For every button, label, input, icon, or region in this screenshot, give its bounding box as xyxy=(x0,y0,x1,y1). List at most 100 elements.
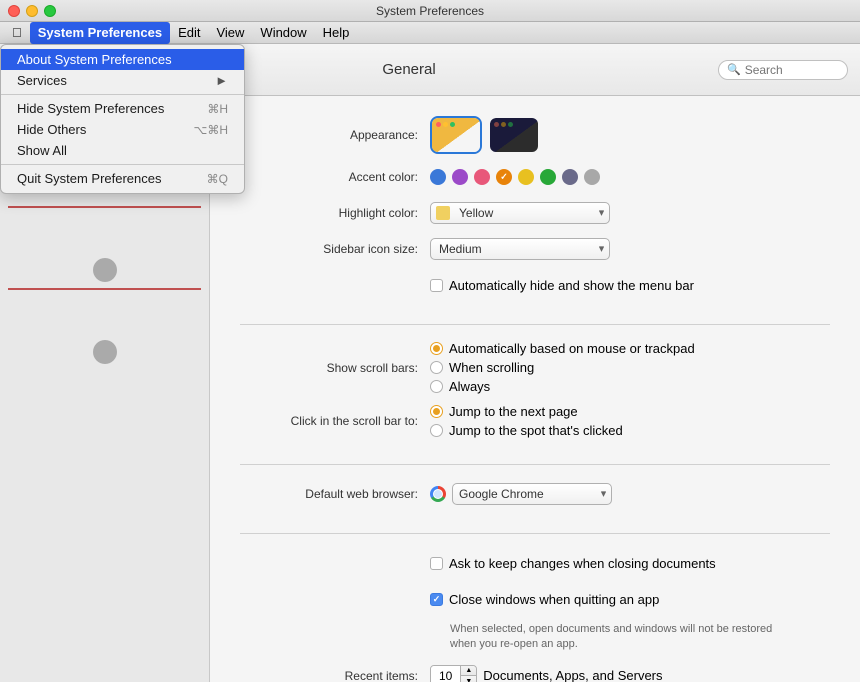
accent-color-row: Accent color: xyxy=(240,164,830,190)
stepper-up-btn[interactable]: ▲ xyxy=(461,665,476,677)
menu-bar-checkbox[interactable] xyxy=(430,279,443,292)
menu-item-services[interactable]: Services ► xyxy=(1,70,244,91)
menu-item-hide-others[interactable]: Hide Others ⌥⌘H xyxy=(1,119,244,140)
close-windows-label: Close windows when quitting an app xyxy=(449,592,659,607)
sidebar-icon-size-row: Sidebar icon size: Medium Small Large ▾ xyxy=(240,236,830,262)
menu-separator-2 xyxy=(1,164,244,165)
accent-pink[interactable] xyxy=(474,169,490,185)
menu-bar:  System Preferences Edit View Window He… xyxy=(0,22,860,44)
menu-separator-1 xyxy=(1,94,244,95)
window-title: System Preferences xyxy=(376,4,484,18)
recent-items-value: 10 xyxy=(431,666,461,682)
accent-color-label: Accent color: xyxy=(240,170,430,184)
sidebar-icon-3 xyxy=(93,258,117,282)
accent-green[interactable] xyxy=(540,169,556,185)
show-scroll-bars-row: Show scroll bars: Automatically based on… xyxy=(240,341,830,394)
browser-select[interactable]: Google Chrome Safari Firefox xyxy=(452,483,612,505)
help-menu[interactable]: Help xyxy=(315,22,358,44)
click-scroll-label: Click in the scroll bar to: xyxy=(240,414,430,428)
menu-bar-row: Automatically hide and show the menu bar xyxy=(240,272,830,298)
content-area: Appearance: xyxy=(210,96,860,682)
close-button[interactable] xyxy=(8,5,20,17)
scroll-when-radio[interactable] xyxy=(430,361,443,374)
apple-menu[interactable]:  xyxy=(4,22,30,44)
default-browser-row: Default web browser: Google Chrome Safar… xyxy=(240,481,830,507)
appearance-label: Appearance: xyxy=(240,128,430,142)
click-spot-label: Jump to the spot that's clicked xyxy=(449,423,623,438)
default-browser-label: Default web browser: xyxy=(240,487,430,501)
sidebar-divider-3 xyxy=(8,288,201,290)
scroll-auto-row: Automatically based on mouse or trackpad xyxy=(430,341,695,356)
menu-item-about[interactable]: About System Preferences xyxy=(1,49,244,70)
scroll-auto-radio[interactable] xyxy=(430,342,443,355)
appearance-options xyxy=(430,116,830,154)
appearance-light-btn[interactable] xyxy=(430,116,482,154)
app-dropdown-menu: About System Preferences Services ► Hide… xyxy=(0,44,245,194)
submenu-arrow: ► xyxy=(215,73,228,88)
dot-yellow xyxy=(443,122,448,127)
close-windows-checkbox[interactable] xyxy=(430,593,443,606)
recent-items-stepper[interactable]: 10 ▲ ▼ xyxy=(430,665,477,682)
ask-keep-row: Ask to keep changes when closing documen… xyxy=(240,550,830,576)
window-menu[interactable]: Window xyxy=(252,22,314,44)
search-box[interactable]: 🔍 xyxy=(718,60,848,80)
sidebar-size-select-wrapper: Medium Small Large ▾ xyxy=(430,238,610,260)
recent-items-row: Recent items: 10 ▲ ▼ Documents, Apps, an… xyxy=(240,663,830,682)
ask-keep-label: Ask to keep changes when closing documen… xyxy=(449,556,716,571)
sidebar-size-select[interactable]: Medium Small Large xyxy=(430,238,610,260)
scroll-always-radio[interactable] xyxy=(430,380,443,393)
dot-red-dark xyxy=(494,122,499,127)
accent-blue[interactable] xyxy=(430,169,446,185)
accent-orange[interactable] xyxy=(496,169,512,185)
highlight-color-select[interactable]: Yellow Blue Green xyxy=(430,202,610,224)
appearance-dark-btn[interactable] xyxy=(488,116,540,154)
menu-item-show-all[interactable]: Show All xyxy=(1,140,244,161)
recent-items-suffix: Documents, Apps, and Servers xyxy=(483,668,662,682)
show-scroll-bars-label: Show scroll bars: xyxy=(240,361,430,375)
accent-graphite-dark[interactable] xyxy=(562,169,578,185)
browser-section: Default web browser: Google Chrome Safar… xyxy=(240,481,830,534)
highlight-color-select-wrapper: Yellow Blue Green ▾ xyxy=(430,202,610,224)
sidebar-icon-size-label: Sidebar icon size: xyxy=(240,242,430,256)
accent-purple[interactable] xyxy=(452,169,468,185)
appearance-section: Appearance: xyxy=(240,116,830,325)
click-scroll-radio-group: Jump to the next page Jump to the spot t… xyxy=(430,404,623,438)
close-windows-note-row: When selected, open documents and window… xyxy=(240,622,830,653)
menu-item-hide[interactable]: Hide System Preferences ⌘H xyxy=(1,98,244,119)
title-bar: System Preferences xyxy=(0,0,860,22)
accent-yellow[interactable] xyxy=(518,169,534,185)
sidebar-divider-2 xyxy=(8,206,201,208)
recent-items-label: Recent items: xyxy=(240,669,430,682)
scroll-always-label: Always xyxy=(449,379,490,394)
click-spot-radio[interactable] xyxy=(430,424,443,437)
minimize-button[interactable] xyxy=(26,5,38,17)
chrome-icon xyxy=(430,486,446,502)
highlight-color-row: Highlight color: Yellow Blue Green ▾ xyxy=(240,200,830,226)
search-icon: 🔍 xyxy=(727,63,741,76)
maximize-button[interactable] xyxy=(44,5,56,17)
highlight-color-label: Highlight color: xyxy=(240,206,430,220)
light-thumb-dots xyxy=(436,122,455,127)
accent-graphite-light[interactable] xyxy=(584,169,600,185)
ask-keep-checkbox[interactable] xyxy=(430,557,443,570)
stepper-down-btn[interactable]: ▼ xyxy=(461,676,476,682)
dot-green xyxy=(450,122,455,127)
click-next-radio[interactable] xyxy=(430,405,443,418)
scroll-when-label: When scrolling xyxy=(449,360,534,375)
dark-thumb-dots xyxy=(494,122,513,127)
dot-green-dark xyxy=(508,122,513,127)
menu-item-quit[interactable]: Quit System Preferences ⌘Q xyxy=(1,168,244,189)
scroll-bars-section: Show scroll bars: Automatically based on… xyxy=(240,341,830,465)
accent-color-options xyxy=(430,169,830,185)
scroll-always-row: Always xyxy=(430,379,695,394)
view-menu[interactable]: View xyxy=(208,22,252,44)
scroll-auto-label: Automatically based on mouse or trackpad xyxy=(449,341,695,356)
accent-color-swatches xyxy=(430,169,600,185)
app-menu[interactable]: System Preferences xyxy=(30,22,170,44)
highlight-color-content: Yellow Blue Green ▾ xyxy=(430,202,830,224)
click-next-label: Jump to the next page xyxy=(449,404,578,419)
search-input[interactable] xyxy=(745,63,839,77)
click-spot-row: Jump to the spot that's clicked xyxy=(430,423,623,438)
dot-yellow-dark xyxy=(501,122,506,127)
edit-menu[interactable]: Edit xyxy=(170,22,208,44)
